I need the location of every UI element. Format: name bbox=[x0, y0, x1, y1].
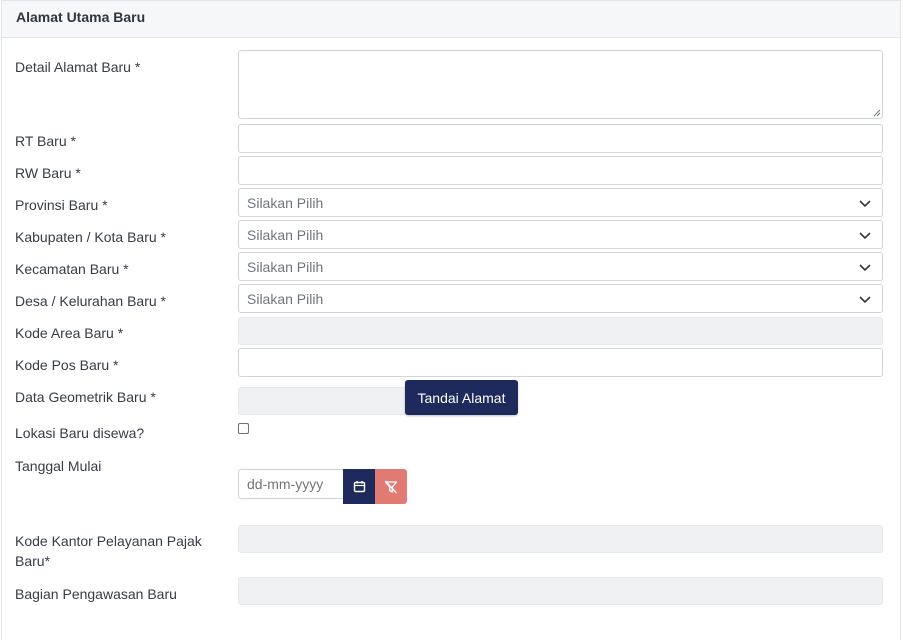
kode-kantor-label-line1: Kode Kantor Pelayanan Pajak bbox=[15, 533, 202, 549]
kode-kantor-label-line2: Baru* bbox=[15, 553, 51, 569]
kabupaten-label: Kabupaten / Kota Baru * bbox=[15, 229, 166, 245]
detail-alamat-textarea[interactable] bbox=[238, 50, 883, 119]
desa-select[interactable]: Silakan Pilih bbox=[238, 284, 883, 313]
rw-input[interactable] bbox=[238, 156, 883, 185]
provinsi-select[interactable]: Silakan Pilih bbox=[238, 188, 883, 217]
rt-label: RT Baru * bbox=[15, 133, 76, 149]
lokasi-disewa-label: Lokasi Baru disewa? bbox=[15, 425, 145, 441]
kabupaten-select[interactable]: Silakan Pilih bbox=[238, 220, 883, 249]
kabupaten-selected-value: Silakan Pilih bbox=[247, 226, 324, 243]
clear-date-button[interactable] bbox=[375, 469, 407, 504]
kode-pos-label: Kode Pos Baru * bbox=[15, 357, 119, 373]
data-geometrik-label: Data Geometrik Baru * bbox=[15, 389, 156, 405]
filter-clear-icon bbox=[384, 480, 398, 493]
resize-handle-icon[interactable] bbox=[873, 109, 881, 117]
card-header: Alamat Utama Baru bbox=[2, 1, 900, 38]
lokasi-disewa-checkbox[interactable] bbox=[238, 423, 249, 434]
chevron-down-icon bbox=[859, 199, 871, 207]
tanggal-mulai-label: Tanggal Mulai bbox=[15, 458, 102, 474]
kode-kantor-input bbox=[238, 525, 883, 553]
desa-selected-value: Silakan Pilih bbox=[247, 290, 324, 307]
detail-alamat-wrapper bbox=[238, 50, 883, 119]
kecamatan-label: Kecamatan Baru * bbox=[15, 261, 129, 277]
calendar-icon bbox=[353, 481, 365, 493]
kode-pos-input[interactable] bbox=[238, 348, 883, 377]
chevron-down-icon bbox=[859, 295, 871, 303]
kode-area-label: Kode Area Baru * bbox=[15, 325, 124, 341]
rt-input[interactable] bbox=[238, 124, 883, 153]
desa-label: Desa / Kelurahan Baru * bbox=[15, 293, 166, 309]
provinsi-selected-value: Silakan Pilih bbox=[247, 194, 324, 211]
rw-label: RW Baru * bbox=[15, 165, 81, 181]
card-title: Alamat Utama Baru bbox=[16, 9, 146, 25]
kecamatan-select[interactable]: Silakan Pilih bbox=[238, 252, 883, 281]
chevron-down-icon bbox=[859, 231, 871, 239]
data-geometrik-input bbox=[238, 387, 408, 415]
chevron-down-icon bbox=[859, 263, 871, 271]
calendar-button[interactable] bbox=[343, 469, 375, 504]
tanggal-mulai-input[interactable] bbox=[238, 469, 344, 499]
bagian-pengawasan-label: Bagian Pengawasan Baru bbox=[15, 586, 177, 602]
detail-alamat-label: Detail Alamat Baru * bbox=[15, 59, 141, 75]
provinsi-label: Provinsi Baru * bbox=[15, 197, 108, 213]
bagian-pengawasan-input bbox=[238, 577, 883, 605]
kode-area-input bbox=[238, 317, 883, 345]
kecamatan-selected-value: Silakan Pilih bbox=[247, 258, 324, 275]
tandai-alamat-button[interactable]: Tandai Alamat bbox=[405, 380, 518, 415]
